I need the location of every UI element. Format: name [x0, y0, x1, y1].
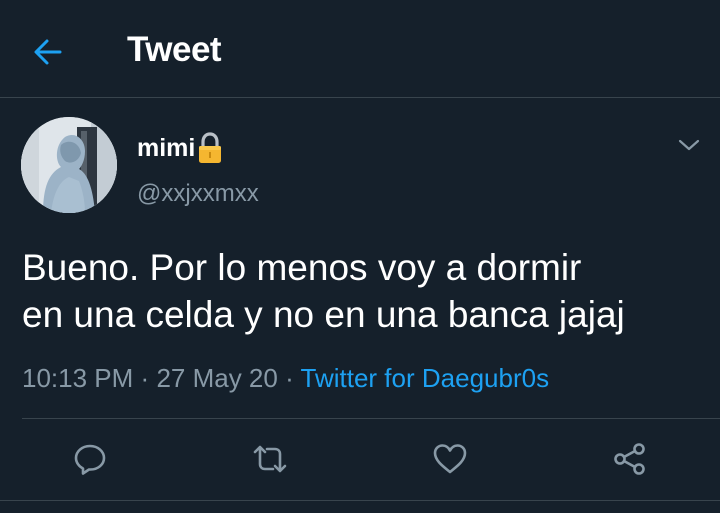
chevron-down-icon [678, 139, 700, 151]
meta-separator: · [140, 363, 150, 393]
tweet-source-link[interactable]: Twitter for Daegubr0s [301, 363, 550, 393]
avatar-image [21, 117, 117, 213]
lock-icon [199, 132, 222, 163]
divider [22, 418, 720, 419]
top-bar: Tweet [0, 0, 720, 98]
tweet-text: Bueno. Por lo menos voy a dormir en una … [22, 247, 625, 335]
more-options-button[interactable] [674, 132, 704, 158]
retweet-icon [253, 445, 287, 473]
tweet-time: 10:13 PM [22, 363, 134, 393]
retweet-button[interactable] [248, 437, 292, 481]
avatar[interactable] [21, 117, 117, 213]
author-name-row[interactable]: mimi [137, 132, 223, 164]
page-title: Tweet [127, 30, 222, 69]
meta-separator: · [285, 363, 294, 393]
tweet-date: 27 May 20 [156, 363, 278, 393]
share-icon [614, 443, 645, 475]
back-button[interactable] [26, 30, 70, 74]
tweet-meta: 10:13 PM · 27 May 20 · Twitter for Daegu… [22, 362, 549, 394]
display-name: mimi [137, 134, 196, 162]
share-button[interactable] [608, 437, 652, 481]
reply-button[interactable] [68, 437, 112, 481]
arrow-left-icon [34, 39, 62, 65]
heart-icon [433, 444, 467, 474]
like-button[interactable] [428, 437, 472, 481]
reply-icon [74, 444, 106, 475]
bottom-divider [0, 500, 720, 501]
user-handle[interactable]: @xxjxxmxx [137, 179, 259, 209]
